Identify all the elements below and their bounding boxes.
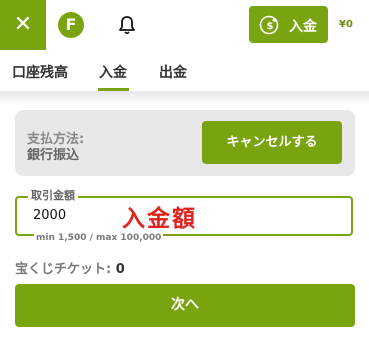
- deposit-button-label: 入金: [289, 19, 317, 35]
- bell-icon: [119, 16, 135, 35]
- tab-bar-shadow: [0, 91, 369, 105]
- amount-field-label: 取引金額: [28, 187, 78, 203]
- tab-account-balance[interactable]: 口座残高: [12, 62, 68, 82]
- dollar-plus-icon: $: [259, 15, 279, 35]
- payment-method-value: 銀行振込: [27, 148, 80, 163]
- tab-deposit[interactable]: 入金: [99, 62, 127, 82]
- lottery-ticket-count: 0: [115, 262, 125, 277]
- amount-limit-hint: min 1,500 / max 100,000: [34, 233, 164, 243]
- close-button[interactable]: ✕: [0, 0, 46, 50]
- logo-icon: F: [58, 12, 84, 38]
- cancel-button[interactable]: キャンセルする: [202, 121, 342, 164]
- amount-input-value[interactable]: 2000: [33, 208, 66, 223]
- lottery-ticket-info: 宝くじチケット: 0: [15, 258, 125, 277]
- amount-annotation: 入金額: [122, 206, 197, 232]
- lottery-ticket-label: 宝くじチケット:: [15, 262, 112, 277]
- balance-amount: ¥0: [339, 19, 353, 30]
- close-icon: ✕: [13, 12, 33, 37]
- next-button[interactable]: 次へ: [15, 284, 355, 327]
- svg-text:$: $: [267, 21, 274, 32]
- payment-method-panel: 支払方法: 銀行振込 キャンセルする: [15, 110, 355, 176]
- deposit-button[interactable]: $ 入金: [249, 6, 328, 43]
- tab-withdraw[interactable]: 出金: [159, 62, 187, 82]
- tab-bar: 口座残高 入金 出金: [0, 50, 369, 92]
- top-header: ✕ F $ 入金 ¥0: [0, 0, 369, 50]
- notification-button[interactable]: [116, 14, 138, 36]
